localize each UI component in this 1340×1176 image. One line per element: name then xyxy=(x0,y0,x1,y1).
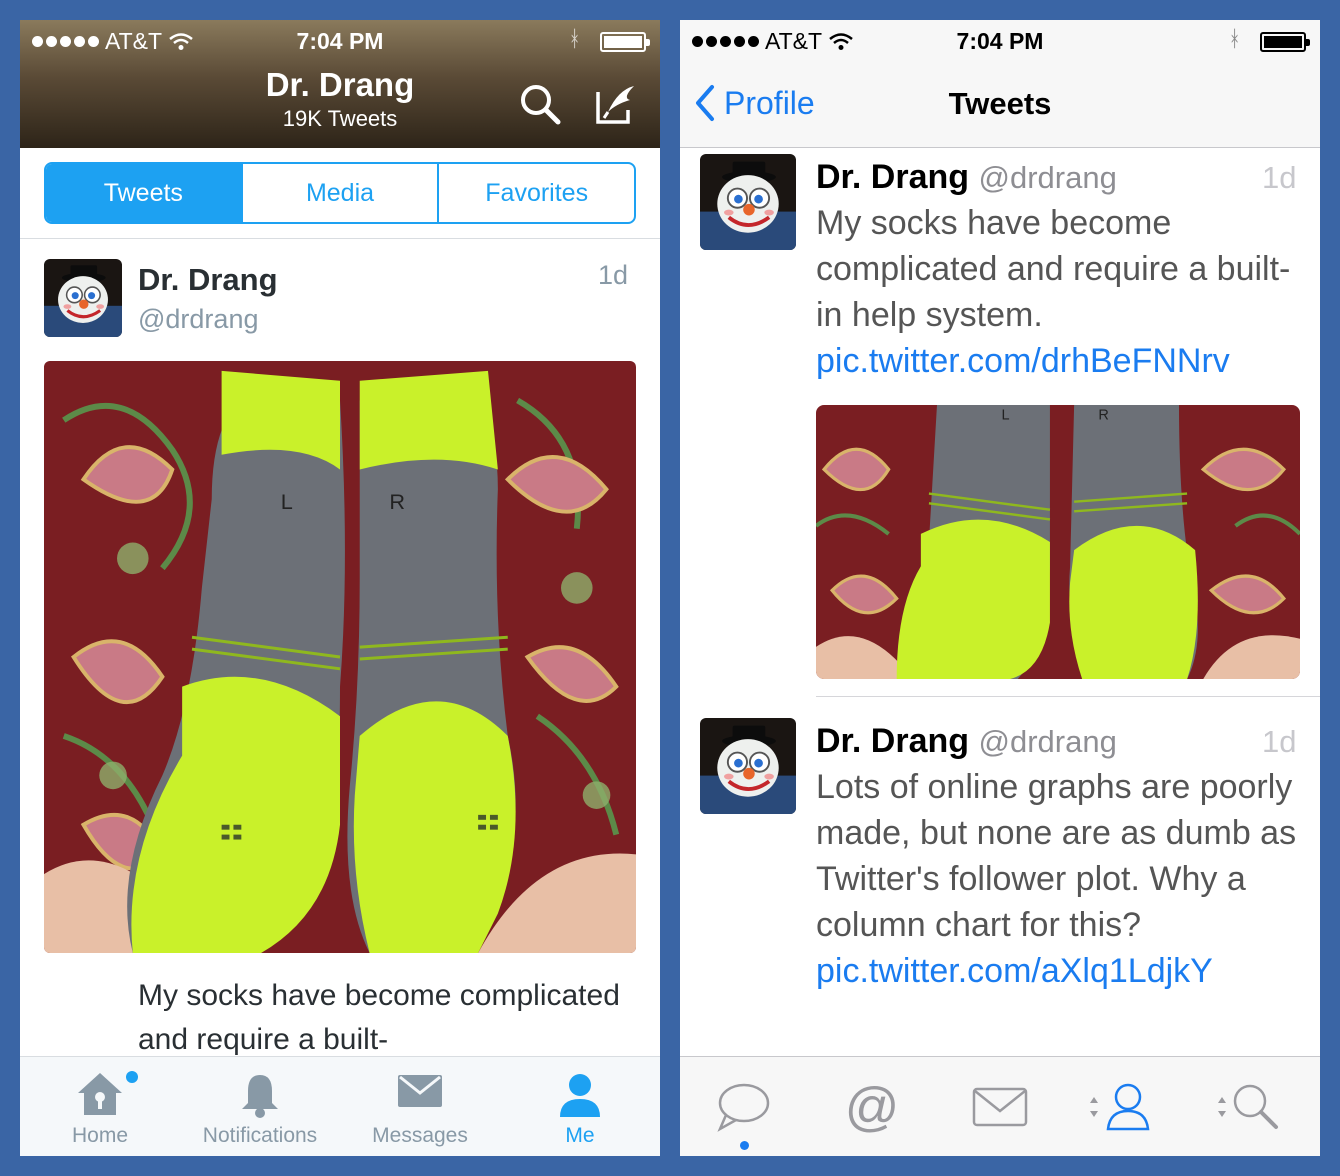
tab-search[interactable] xyxy=(1212,1081,1292,1133)
status-time: 7:04 PM xyxy=(956,28,1044,54)
tweet-photo[interactable] xyxy=(44,361,636,953)
profile-tabs: Tweets Media Favorites xyxy=(44,162,636,224)
tab-tweets[interactable]: Tweets xyxy=(46,164,243,222)
at-sign-icon: @ xyxy=(845,1077,900,1137)
status-time: 7:04 PM xyxy=(296,28,384,54)
tabbar-home-label: Home xyxy=(71,1124,129,1147)
compose-icon[interactable] xyxy=(594,82,638,126)
tab-messages[interactable] xyxy=(968,1081,1032,1133)
envelope-icon xyxy=(972,1087,1028,1127)
tweet-text: My socks have become complicated and req… xyxy=(816,200,1316,384)
tweet-author-name: Dr. Drang xyxy=(816,158,970,196)
tabbar-messages-label: Messages xyxy=(372,1124,468,1147)
tabbar-home[interactable]: Home xyxy=(20,1057,180,1156)
home-icon xyxy=(78,1073,122,1115)
tweet-author: Dr. Drang @drdrang xyxy=(816,158,1117,197)
tweet-timestamp: 1d xyxy=(1262,724,1297,759)
battery-icon xyxy=(600,32,650,52)
tweet-author: Dr. Drang @drdrang xyxy=(816,722,1117,761)
avatar[interactable] xyxy=(44,259,122,337)
tweet-author-handle: @drdrang xyxy=(138,304,259,334)
selected-indicator xyxy=(740,1141,749,1150)
tab-favorites[interactable]: Favorites xyxy=(439,164,634,222)
bluetooth-icon: ᚼ xyxy=(1228,26,1242,51)
tab-mentions[interactable]: @ xyxy=(840,1077,904,1137)
person-icon xyxy=(1090,1083,1150,1131)
tweet-text: My socks have become complicated and req… xyxy=(138,979,620,1056)
bell-icon xyxy=(242,1075,278,1118)
tweet-timestamp: 1d xyxy=(1262,160,1297,195)
tweet-text-body: Lots of online graphs are poorly made, b… xyxy=(816,768,1297,944)
tweetbot-app-screen: AT&T 7:04 PM ᚼ Profile Tweets Dr. Drang … xyxy=(680,20,1320,1156)
bluetooth-icon: ᚼ xyxy=(568,26,582,51)
tweet-row[interactable]: Dr. Drang @drdrang 1d Lots of online gra… xyxy=(680,712,1320,1052)
avatar[interactable] xyxy=(700,154,796,250)
tweet-author-handle: @drdrang xyxy=(978,724,1117,759)
navigation-bar: AT&T 7:04 PM ᚼ Profile Tweets xyxy=(680,20,1320,148)
tabbar-me[interactable]: Me xyxy=(500,1057,660,1156)
tweet-row[interactable]: Dr. Drang @drdrang 1d My socks have beco… xyxy=(680,148,1320,698)
bottom-tab-bar: @ xyxy=(680,1056,1320,1156)
status-bar: AT&T 7:04 PM ᚼ xyxy=(680,20,1320,62)
tweet-text: Lots of online graphs are poorly made, b… xyxy=(816,764,1316,994)
search-icon[interactable] xyxy=(518,82,562,126)
tweet-author-handle: @drdrang xyxy=(978,160,1117,195)
profile-name: Dr. Drang xyxy=(265,66,415,103)
divider xyxy=(20,238,660,239)
tweet-link[interactable]: pic.twitter.com/aXlq1LdjkY xyxy=(816,952,1213,990)
tweet-author-name[interactable]: Dr. Drang xyxy=(138,262,278,298)
speech-bubble-icon xyxy=(717,1083,770,1132)
tab-profile[interactable] xyxy=(1084,1081,1164,1133)
tab-media[interactable]: Media xyxy=(243,164,440,222)
tabbar-me-label: Me xyxy=(565,1124,595,1147)
tweet-author-name: Dr. Drang xyxy=(816,722,970,760)
page-title: Tweets xyxy=(948,86,1052,121)
status-bar: AT&T 7:04 PM ᚼ xyxy=(20,20,660,62)
new-activity-badge xyxy=(126,1071,138,1083)
tabbar-messages[interactable]: Messages xyxy=(340,1057,500,1156)
person-icon xyxy=(560,1074,600,1117)
tabbar-notifications[interactable]: Notifications xyxy=(180,1057,340,1156)
envelope-icon xyxy=(398,1075,442,1107)
twitter-app-screen: AT&T 7:04 PM ᚼ Dr. Drang 19K Tweets Twee… xyxy=(20,20,660,1156)
battery-icon xyxy=(1260,32,1310,52)
bottom-tab-bar: Home Notifications Messages Me xyxy=(20,1056,660,1156)
profile-header: AT&T 7:04 PM ᚼ Dr. Drang 19K Tweets xyxy=(20,20,660,148)
tab-timeline[interactable] xyxy=(712,1081,776,1150)
tabbar-notifications-label: Notifications xyxy=(202,1124,318,1147)
tweet-count: 19K Tweets xyxy=(282,106,398,131)
tweet-timestamp: 1d xyxy=(598,260,629,290)
svg-text:@: @ xyxy=(845,1081,900,1133)
tweet-link[interactable]: pic.twitter.com/drhBeFNNrv xyxy=(816,342,1230,380)
avatar[interactable] xyxy=(700,718,796,814)
tweet-text-body: My socks have become complicated and req… xyxy=(816,204,1291,334)
divider xyxy=(816,696,1320,697)
tweet-photo[interactable] xyxy=(816,405,1300,679)
search-icon xyxy=(1218,1084,1278,1129)
